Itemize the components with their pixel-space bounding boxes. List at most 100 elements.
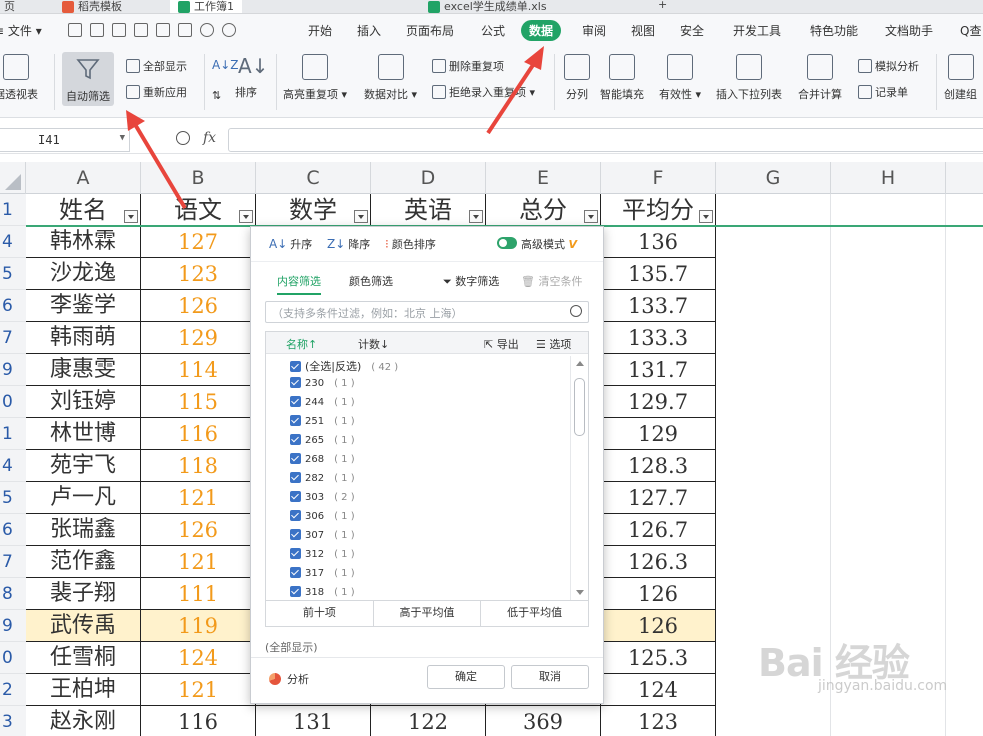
tab-color-filter[interactable]: 颜色筛选	[349, 273, 393, 289]
options-button[interactable]: ☰ 选项	[536, 336, 571, 352]
cell-chinese[interactable]: 124	[141, 642, 256, 674]
filter-list-item[interactable]: 251 ( 1 )	[290, 415, 355, 434]
filter-dropdown-icon[interactable]	[124, 210, 138, 223]
cell-chinese[interactable]: 129	[141, 322, 256, 354]
col-header-f[interactable]: F	[601, 162, 716, 194]
new-tab-button[interactable]: +	[650, 0, 675, 13]
cell-chinese[interactable]: 119	[141, 610, 256, 642]
cell-avg[interactable]: 133.7	[601, 290, 716, 322]
cell-chinese[interactable]: 116	[141, 418, 256, 450]
validity-button[interactable]: 有效性 ▾	[659, 52, 701, 102]
cell-name[interactable]: 王柏坤	[26, 674, 141, 706]
cell-english[interactable]: 122	[371, 706, 486, 736]
cell-name[interactable]: 张瑞鑫	[26, 514, 141, 546]
smart-fill-button[interactable]: 智能填充	[600, 52, 644, 102]
menu-formula[interactable]: 公式	[481, 22, 505, 39]
row-number[interactable]: 1	[0, 418, 26, 450]
checkbox-checked-icon[interactable]	[290, 567, 301, 578]
highlight-duplicates-button[interactable]: 高亮重复项 ▾	[283, 52, 347, 102]
row-number[interactable]: 7	[0, 322, 26, 354]
export-button[interactable]: ⇱ 导出	[484, 336, 519, 352]
menu-page-layout[interactable]: 页面布局	[406, 22, 454, 39]
header-cell[interactable]: 平均分	[601, 194, 716, 226]
checkbox-checked-icon[interactable]	[290, 472, 301, 483]
scroll-down-icon[interactable]	[576, 590, 584, 595]
checkbox-checked-icon[interactable]	[290, 586, 301, 597]
zoom-icon[interactable]	[176, 131, 190, 145]
row-number[interactable]: 7	[0, 546, 26, 578]
checkbox-checked-icon[interactable]	[290, 377, 301, 388]
cell-avg[interactable]: 127.7	[601, 482, 716, 514]
row-number[interactable]: 6	[0, 514, 26, 546]
checkbox-checked-icon[interactable]	[290, 415, 301, 426]
col-header-c[interactable]: C	[256, 162, 371, 194]
sort-ascending-button[interactable]: A↓ 升序	[269, 236, 312, 252]
filter-list-scrollbar[interactable]	[570, 356, 588, 600]
cell-avg[interactable]: 126	[601, 610, 716, 642]
col-header-g[interactable]: G	[716, 162, 831, 194]
cell-name[interactable]: 林世博	[26, 418, 141, 450]
filter-list-item[interactable]: 303 ( 2 )	[290, 491, 355, 510]
cell-avg[interactable]: 131.7	[601, 354, 716, 386]
data-compare-button[interactable]: 数据对比 ▾	[364, 52, 417, 102]
col-header-d[interactable]: D	[371, 162, 486, 194]
reapply-button[interactable]: 重新应用	[126, 84, 187, 100]
create-group-button[interactable]: 创建组	[944, 52, 977, 102]
cell-name[interactable]: 李鉴学	[26, 290, 141, 322]
sort-button[interactable]: ⇅ 排序	[212, 84, 257, 103]
menu-developer[interactable]: 开发工具	[733, 22, 781, 39]
select-all-item[interactable]: (全选|反选) ( 42 )	[290, 358, 398, 377]
scroll-thumb[interactable]	[574, 378, 585, 436]
cell-chinese[interactable]: 118	[141, 450, 256, 482]
filter-dropdown-icon[interactable]	[584, 210, 598, 223]
col-header-e[interactable]: E	[486, 162, 601, 194]
filter-list-item[interactable]: 306 ( 1 )	[290, 510, 355, 529]
cell-avg[interactable]: 129.7	[601, 386, 716, 418]
search-icon[interactable]	[570, 305, 582, 317]
menu-special[interactable]: 特色功能	[810, 22, 858, 39]
split-column-button[interactable]: 分列	[564, 52, 590, 102]
cell-chinese[interactable]: 121	[141, 482, 256, 514]
row-number[interactable]: 0	[0, 642, 26, 674]
pivot-table-button[interactable]: 据透视表	[0, 52, 38, 102]
redo-icon[interactable]	[222, 23, 236, 37]
cell-avg[interactable]: 125.3	[601, 642, 716, 674]
cell-name[interactable]: 韩雨萌	[26, 322, 141, 354]
cell-name[interactable]: 卢一凡	[26, 482, 141, 514]
cell-name[interactable]: 刘钰婷	[26, 386, 141, 418]
row-number[interactable]: 8	[0, 578, 26, 610]
cell-chinese[interactable]: 121	[141, 546, 256, 578]
cell-total[interactable]: 369	[486, 706, 601, 736]
simulate-analysis-button[interactable]: 模拟分析	[858, 58, 919, 74]
doc-tab-home[interactable]: 页	[0, 0, 23, 13]
sort-descending-button[interactable]: Z↓ 降序	[327, 236, 370, 252]
checkbox-checked-icon[interactable]	[290, 491, 301, 502]
header-cell[interactable]: 语文	[141, 194, 256, 226]
filter-list-item[interactable]: 312 ( 1 )	[290, 548, 355, 567]
menu-data[interactable]: 数据	[521, 20, 562, 41]
cell-avg[interactable]: 135.7	[601, 258, 716, 290]
checkbox-checked-icon[interactable]	[290, 361, 301, 372]
menu-search[interactable]: Q查	[960, 22, 981, 39]
row-number[interactable]: 9	[0, 354, 26, 386]
cell-name[interactable]: 范作鑫	[26, 546, 141, 578]
doc-tab-workbook1[interactable]: 工作簿1	[170, 0, 242, 13]
record-form-button[interactable]: 记录单	[858, 84, 908, 100]
row-number[interactable]: 6	[0, 290, 26, 322]
menu-home[interactable]: 开始	[308, 22, 332, 39]
cell-name[interactable]: 赵永刚	[26, 706, 141, 736]
row-number[interactable]: 2	[0, 674, 26, 706]
menu-review[interactable]: 审阅	[582, 22, 606, 39]
filter-search-input[interactable]: （支持多条件过滤，例如：北京 上海）	[265, 301, 589, 323]
sort-by-name-button[interactable]: 名称↑	[286, 336, 317, 352]
sort-by-count-button[interactable]: 计数↓	[358, 336, 389, 352]
filter-list-item[interactable]: 268 ( 1 )	[290, 453, 355, 472]
menu-insert[interactable]: 插入	[357, 22, 381, 39]
cell-avg[interactable]: 124	[601, 674, 716, 706]
print-icon[interactable]	[156, 23, 170, 37]
cell-avg[interactable]: 126.3	[601, 546, 716, 578]
cell-chinese[interactable]: 114	[141, 354, 256, 386]
fx-icon[interactable]: fx	[203, 130, 216, 146]
clear-conditions-button[interactable]: 🗑 清空条件	[521, 273, 582, 289]
cell-math[interactable]: 131	[256, 706, 371, 736]
